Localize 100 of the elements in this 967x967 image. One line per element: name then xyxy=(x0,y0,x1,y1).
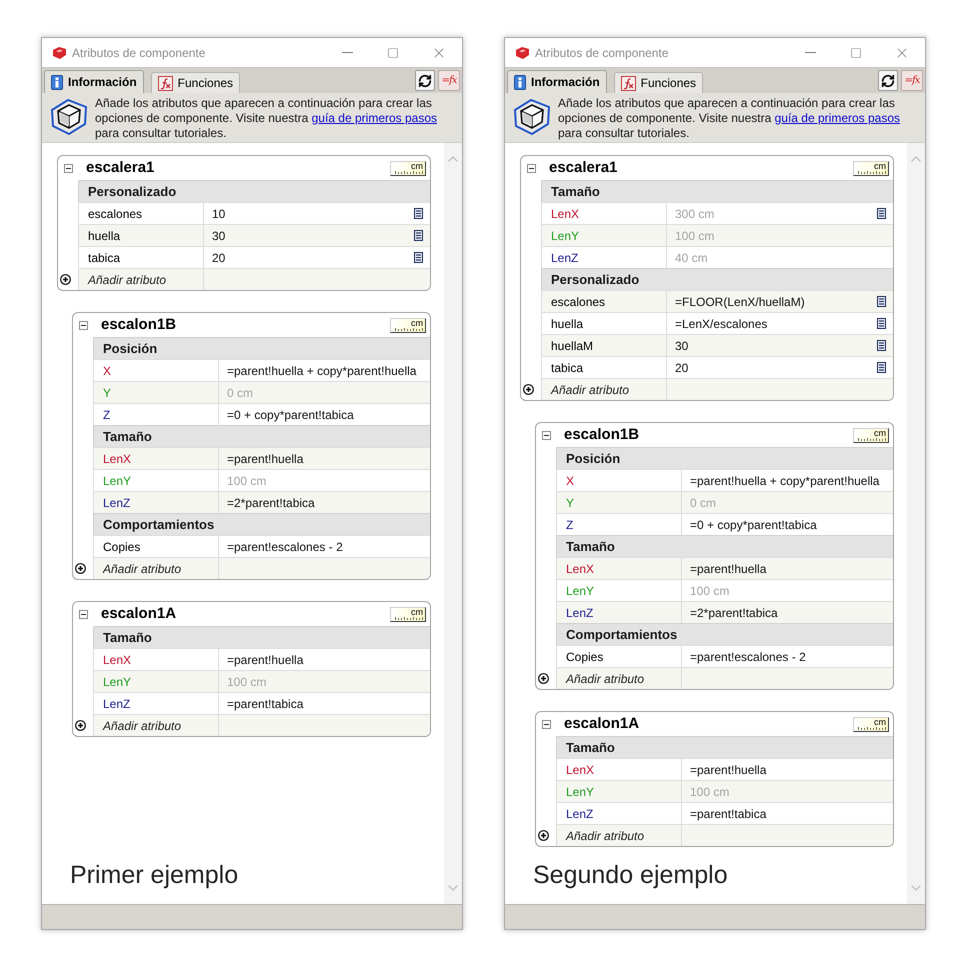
banner-text: Añade los atributos que aparecen a continuación para crear las opciones de componente. Visite nuestra guía de primeros pasos para consultar tutoriales. xyxy=(95,96,438,142)
add-attribute-button[interactable]: Añadir atributo xyxy=(557,825,682,846)
attribute-value: =parent!tabica xyxy=(690,806,766,822)
attribute-value: 30 xyxy=(675,338,688,354)
attribute-value: =parent!escalones - 2 xyxy=(690,648,806,666)
function-icon xyxy=(158,76,173,90)
add-icon[interactable] xyxy=(538,830,549,840)
add-icon[interactable] xyxy=(523,384,534,394)
section-header: Tamaño xyxy=(93,425,430,447)
list-icon[interactable] xyxy=(877,296,886,307)
tab[interactable]: Funciones xyxy=(614,72,704,93)
list-icon[interactable] xyxy=(414,252,423,263)
formula-button[interactable]: =fx xyxy=(438,70,460,91)
attribute-value: =parent!huella xyxy=(227,450,304,468)
maximize-icon xyxy=(850,46,862,58)
attribute-value: 10 xyxy=(212,206,226,222)
list-icon[interactable] xyxy=(877,340,886,351)
attribute-value: 100 cm xyxy=(690,582,730,600)
add-attribute-button[interactable]: Añadir atributo xyxy=(94,715,219,736)
tab[interactable]: Información xyxy=(507,70,607,93)
banner-text: Añade los atributos que aparecen a continuación para crear las opciones de componente. Visite nuestra guía de primeros pasos para consultar tutoriales. xyxy=(558,96,902,142)
list-icon[interactable] xyxy=(414,230,423,241)
attribute-value: =parent!huella xyxy=(690,560,766,578)
info-icon xyxy=(51,74,63,90)
add-icon[interactable] xyxy=(538,672,549,684)
attribute-value: =2*parent!tabica xyxy=(227,494,315,512)
component-name: escalon1A xyxy=(564,714,640,734)
window-title: Atributos de componente xyxy=(535,44,668,62)
collapse-icon[interactable] xyxy=(542,430,551,440)
add-attribute-button[interactable]: Añadir atributo xyxy=(94,558,219,579)
units-button[interactable]: cm xyxy=(853,428,889,442)
list-icon[interactable] xyxy=(877,208,886,219)
refresh-button[interactable] xyxy=(878,70,898,91)
caption-text: Segundo ejemplo xyxy=(533,860,728,890)
component-name: escalon1B xyxy=(564,424,640,445)
add-attribute-button[interactable]: Añadir atributo xyxy=(542,379,667,400)
app-icon xyxy=(52,46,67,60)
ruler-icon xyxy=(395,616,423,620)
attribute-value: =parent!huella xyxy=(690,762,766,778)
info-icon xyxy=(514,74,526,90)
section-header: Comportamientos xyxy=(93,513,430,535)
list-icon[interactable] xyxy=(414,208,423,219)
collapse-icon[interactable] xyxy=(527,164,536,172)
function-icon xyxy=(620,76,636,90)
getting-started-link[interactable]: guía de primeros pasos xyxy=(774,111,900,125)
component-name: escalon1B xyxy=(101,314,176,335)
minimize-icon xyxy=(342,52,352,53)
add-attribute-button[interactable]: Añadir atributo xyxy=(79,269,204,290)
cube-icon xyxy=(49,96,89,136)
units-button[interactable]: cm xyxy=(853,160,889,176)
units-button[interactable]: cm xyxy=(390,318,426,332)
add-icon[interactable] xyxy=(75,562,86,574)
attribute-value: 100 cm xyxy=(675,228,714,244)
component-name: escalera1 xyxy=(86,158,154,178)
section-header: Comportamientos xyxy=(556,623,893,645)
ruler-icon xyxy=(395,170,423,174)
formula-button[interactable]: =fx xyxy=(901,70,923,91)
tab[interactable]: Funciones xyxy=(150,72,240,93)
attribute-value: =0 + copy*parent!tabica xyxy=(690,516,817,534)
list-icon[interactable] xyxy=(877,362,886,373)
add-icon[interactable] xyxy=(60,274,71,284)
attribute-value: 30 xyxy=(212,228,226,244)
caption-text: Primer ejemplo xyxy=(70,860,238,890)
collapse-icon[interactable] xyxy=(79,610,88,618)
section-header: Tamaño xyxy=(556,736,893,758)
collapse-icon[interactable] xyxy=(542,720,551,728)
attribute-value: 100 cm xyxy=(227,472,266,490)
attribute-value: 20 xyxy=(212,250,226,266)
minimize-icon xyxy=(804,52,816,53)
ruler-icon xyxy=(858,170,886,174)
attribute-value: =parent!huella + copy*parent!huella xyxy=(690,472,880,490)
tab[interactable]: Información xyxy=(44,70,144,93)
window-title: Atributos de componente xyxy=(72,44,206,62)
add-attribute-button[interactable]: Añadir atributo xyxy=(557,668,682,689)
getting-started-link[interactable]: guía de primeros pasos xyxy=(312,111,438,125)
refresh-button[interactable] xyxy=(415,70,435,91)
collapse-icon[interactable] xyxy=(64,164,73,172)
units-button[interactable]: cm xyxy=(390,606,426,622)
section-header: Tamaño xyxy=(93,626,430,648)
units-button[interactable]: cm xyxy=(390,160,426,176)
attribute-value: =2*parent!tabica xyxy=(690,604,778,622)
attribute-value: 40 cm xyxy=(675,250,708,266)
section-header: Personalizado xyxy=(78,180,430,202)
section-header: Tamaño xyxy=(541,180,893,202)
section-header: Personalizado xyxy=(541,268,893,290)
cube-icon xyxy=(512,96,552,136)
attribute-value: 300 cm xyxy=(675,206,714,222)
attribute-value: =FLOOR(LenX/huellaM) xyxy=(675,294,805,310)
ruler-icon xyxy=(858,438,886,440)
attribute-value: 0 cm xyxy=(690,494,716,512)
units-button[interactable]: cm xyxy=(853,716,889,732)
attribute-value: =parent!escalones - 2 xyxy=(227,538,343,556)
collapse-icon[interactable] xyxy=(79,320,88,330)
attribute-value: 0 cm xyxy=(227,384,254,402)
ruler-icon xyxy=(858,726,886,730)
section-header: Tamaño xyxy=(556,535,893,557)
add-icon[interactable] xyxy=(75,720,86,730)
attribute-value: 20 xyxy=(675,360,688,376)
list-icon[interactable] xyxy=(877,318,886,329)
section-header: Posición xyxy=(556,447,893,469)
